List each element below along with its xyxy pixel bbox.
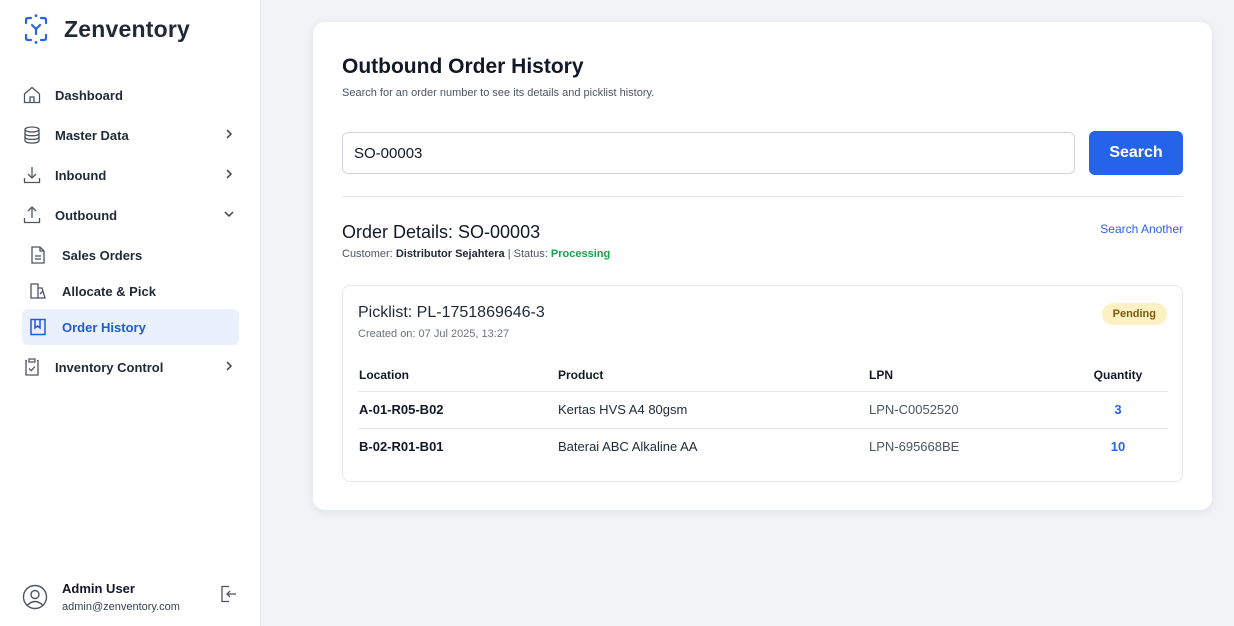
- divider: [342, 196, 1183, 197]
- sidebar-item-label: Inbound: [55, 167, 107, 183]
- chevron-down-icon: [224, 211, 234, 218]
- sidebar-item-master-data[interactable]: Master Data: [22, 117, 240, 153]
- sidebar-item-label: Sales Orders: [62, 247, 143, 263]
- pick-icon: [28, 281, 48, 301]
- sidebar-item-label: Inventory Control: [55, 359, 164, 375]
- logout-icon[interactable]: [218, 584, 238, 604]
- clipboard-check-icon: [22, 357, 42, 377]
- column-header-location: Location: [358, 360, 557, 392]
- customer-label: Customer:: [342, 248, 393, 260]
- sidebar-item-inbound[interactable]: Inbound: [22, 157, 240, 193]
- cell-location: B-02-R01-B01: [359, 439, 444, 455]
- sidebar-item-outbound[interactable]: Outbound: [22, 197, 240, 233]
- sidebar-item-order-history[interactable]: Order History: [22, 309, 239, 345]
- picklist-card: Picklist: PL-1751869646-3 Created on: 07…: [342, 285, 1183, 482]
- status-label: Status:: [513, 248, 548, 260]
- page-subtitle: Search for an order number to see its de…: [342, 87, 655, 99]
- chevron-right-icon: [226, 169, 233, 179]
- picklist-title: Picklist: PL-1751869646-3: [358, 304, 545, 321]
- sidebar-item-label: Outbound: [55, 207, 118, 223]
- column-header-lpn: LPN: [868, 360, 1068, 392]
- cell-location: A-01-R05-B02: [358, 391, 557, 429]
- column-header-quantity: Quantity: [1068, 360, 1168, 392]
- sidebar-item-label: Allocate & Pick: [62, 283, 156, 299]
- zenventory-logo-icon: [24, 14, 48, 44]
- sidebar-item-label: Order History: [62, 319, 146, 335]
- chevron-right-icon: [226, 129, 233, 139]
- user-name: Admin User: [62, 581, 135, 596]
- sidebar-item-label: Dashboard: [55, 87, 123, 103]
- chevron-right-icon: [226, 361, 233, 371]
- order-details-title: Order Details: SO-00003: [342, 222, 541, 242]
- search-another-link[interactable]: Search Another: [1100, 222, 1183, 236]
- table-header-row: Location Product LPN Quantity: [358, 360, 1168, 392]
- customer-name: Distributor Sejahtera: [395, 248, 505, 260]
- user-profile: Admin User admin@zenventory.com: [22, 578, 240, 618]
- order-status: Processing: [550, 248, 611, 260]
- cell-lpn: LPN-695668BE: [869, 439, 960, 455]
- cell-lpn: LPN-C0052520: [868, 391, 1068, 429]
- page-title: Outbound Order History: [342, 55, 584, 78]
- sidebar-item-sales-orders[interactable]: Sales Orders: [22, 237, 239, 273]
- home-icon: [22, 85, 42, 105]
- column-header-product: Product: [557, 360, 868, 392]
- meta-separator: |: [507, 248, 511, 260]
- picklist-table: Location Product LPN Quantity A-01-R05-B…: [358, 360, 1168, 465]
- app-name: Zenventory: [64, 15, 190, 42]
- picklist-created: Created on: 07 Jul 2025, 13:27: [358, 328, 510, 340]
- brand[interactable]: Zenventory: [22, 14, 190, 44]
- download-icon: [22, 165, 42, 185]
- cell-product: Baterai ABC Alkaline AA: [558, 439, 698, 455]
- document-icon: [28, 245, 48, 265]
- database-icon: [22, 125, 42, 145]
- sidebar-item-dashboard[interactable]: Dashboard: [22, 77, 240, 113]
- upload-icon: [22, 205, 42, 225]
- sidebar-item-allocate-pick[interactable]: Allocate & Pick: [22, 273, 239, 309]
- status-badge: Pending: [1101, 303, 1167, 325]
- table-row: B-02-R01-B01 Baterai ABC Alkaline AA LPN…: [358, 428, 1168, 465]
- search-button[interactable]: Search: [1089, 131, 1183, 175]
- book-icon: [28, 317, 48, 337]
- sidebar-item-inventory-control[interactable]: Inventory Control: [22, 349, 240, 385]
- order-meta: Customer: Distributor Sejahtera | Status…: [342, 248, 610, 260]
- cell-product: Kertas HVS A4 80gsm: [557, 391, 868, 429]
- order-search-input[interactable]: [342, 132, 1075, 174]
- sidebar: Zenventory Dashboard Master Data Inbound: [0, 0, 261, 626]
- cell-quantity: 10: [1110, 439, 1126, 455]
- order-history-card: Outbound Order History Search for an ord…: [313, 22, 1212, 510]
- table-row: A-01-R05-B02 Kertas HVS A4 80gsm LPN-C00…: [358, 391, 1168, 429]
- avatar-icon: [22, 584, 48, 610]
- user-email: admin@zenventory.com: [62, 601, 180, 613]
- sidebar-item-label: Master Data: [55, 127, 129, 143]
- cell-quantity: 3: [1068, 391, 1168, 429]
